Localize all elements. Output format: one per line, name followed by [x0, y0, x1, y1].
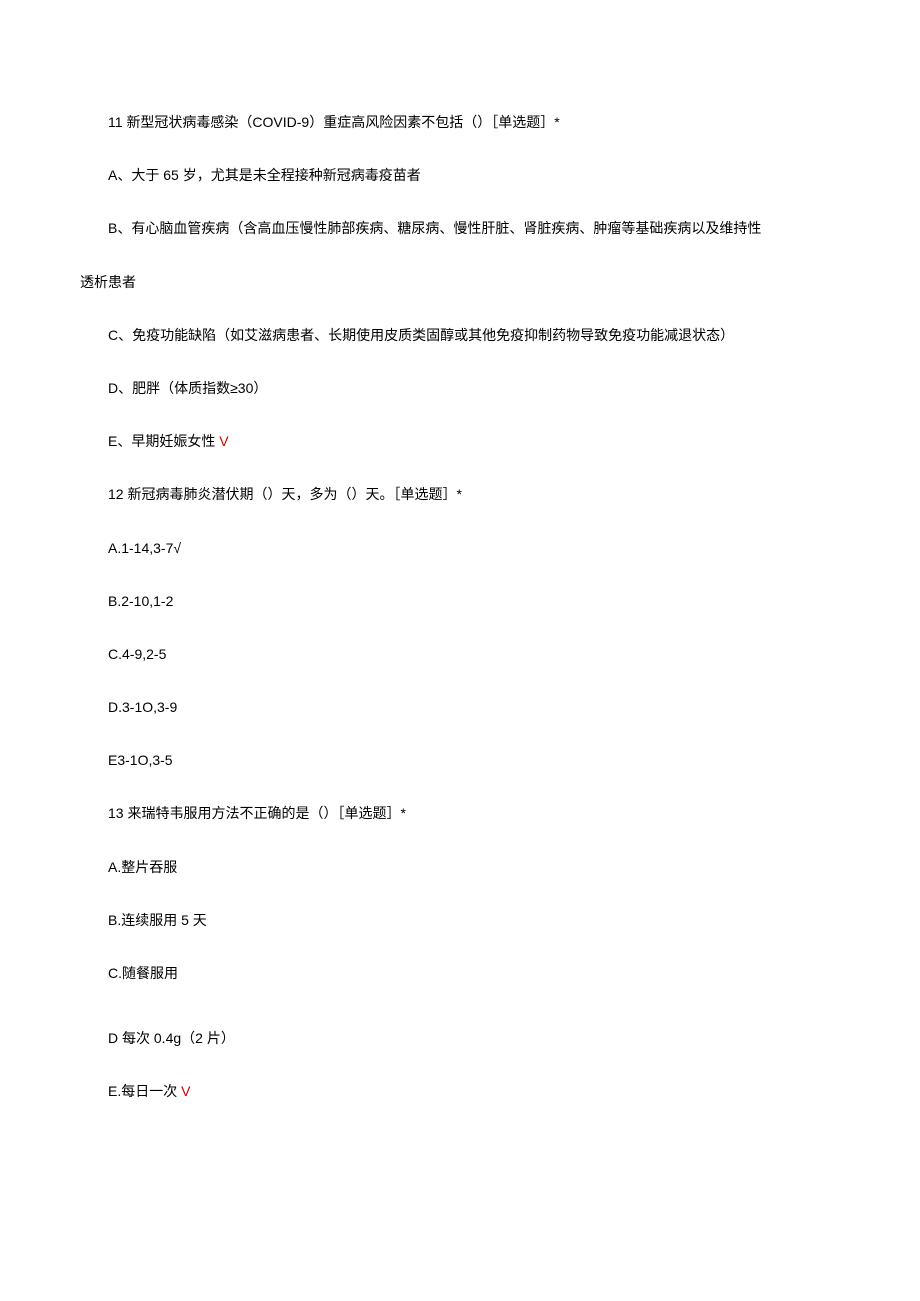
question-stem: 12 新冠病毒肺炎潜伏期（）天，多为（）天。［单选题］* — [80, 482, 840, 507]
option-text: 整片吞服 — [121, 859, 177, 875]
option-d: D、肥胖（体质指数≥30） — [80, 376, 840, 401]
option-text: 每日一次 — [121, 1083, 177, 1099]
correct-mark-icon: √ — [173, 540, 181, 556]
option-label: E、 — [108, 433, 131, 449]
question-13: 13 来瑞特韦服用方法不正确的是（）［单选题］* A.整片吞服 B.连续服用 5… — [80, 801, 840, 1104]
option-c: C.随餐服用 — [80, 961, 840, 986]
option-label: B. — [108, 912, 121, 928]
option-text: 连续服用 5 天 — [121, 912, 207, 928]
option-c: C、免疫功能缺陷（如艾滋病患者、长期使用皮质类固醇或其他免疫抑制药物导致免疫功能… — [80, 323, 840, 348]
option-b: B、有心脑血管疾病（含高血压慢性肺部疾病、糖尿病、慢性肝脏、肾脏疾病、肿瘤等基础… — [80, 216, 840, 241]
question-number: 12 — [108, 486, 124, 502]
question-stem: 13 来瑞特韦服用方法不正确的是（）［单选题］* — [80, 801, 840, 826]
option-text: 早期妊娠女性 — [131, 433, 215, 449]
option-label: D. — [108, 699, 122, 715]
question-text: 来瑞特韦服用方法不正确的是（）［单选题］* — [127, 805, 405, 821]
option-text: 大于 65 岁，尤其是未全程接种新冠病毒疫苗者 — [131, 167, 420, 183]
option-text: 随餐服用 — [122, 965, 178, 981]
option-label: A. — [108, 540, 121, 556]
option-e: E.每日一次 V — [80, 1079, 840, 1104]
option-d: D 每次 0.4g（2 片） — [80, 1026, 840, 1051]
option-label: A、 — [108, 167, 131, 183]
option-label: E. — [108, 1083, 121, 1099]
question-number: 11 — [108, 114, 123, 130]
option-a: A.1-14,3-7√ — [80, 536, 840, 561]
question-text: 新冠病毒肺炎潜伏期（）天，多为（）天。［单选题］* — [127, 486, 461, 502]
question-11: 11 新型冠状病毒感染（COVID-9）重症高风险因素不包括（）［单选题］* A… — [80, 110, 840, 454]
option-e: E、早期妊娠女性 V — [80, 429, 840, 454]
question-number: 13 — [108, 805, 124, 821]
option-label: D、 — [108, 380, 132, 396]
option-b: B.连续服用 5 天 — [80, 908, 840, 933]
option-d: D.3-1O,3-9 — [80, 695, 840, 720]
option-b-continuation: 透析患者 — [80, 270, 840, 295]
option-text: 3-1O,3-9 — [122, 699, 177, 715]
option-label: E — [108, 752, 117, 768]
option-label: C. — [108, 965, 122, 981]
option-text: 有心脑血管疾病（含高血压慢性肺部疾病、糖尿病、慢性肝脏、肾脏疾病、肿瘤等基础疾病… — [131, 220, 761, 236]
question-text: 新型冠状病毒感染（COVID-9）重症高风险因素不包括（）［单选题］* — [126, 114, 559, 130]
option-text: 免疫功能缺陷（如艾滋病患者、长期使用皮质类固醇或其他免疫抑制药物导致免疫功能减退… — [132, 327, 734, 343]
option-label: C. — [108, 646, 122, 662]
option-label: C、 — [108, 327, 132, 343]
option-label: A. — [108, 859, 121, 875]
option-label: B、 — [108, 220, 131, 236]
option-text: 3-1O,3-5 — [117, 752, 172, 768]
option-b: B.2-10,1-2 — [80, 589, 840, 614]
option-label: D — [108, 1030, 122, 1046]
question-12: 12 新冠病毒肺炎潜伏期（）天，多为（）天。［单选题］* A.1-14,3-7√… — [80, 482, 840, 773]
option-text: 4-9,2-5 — [122, 646, 166, 662]
option-c: C.4-9,2-5 — [80, 642, 840, 667]
option-text: 2-10,1-2 — [121, 593, 173, 609]
option-text: 每次 0.4g（2 片） — [122, 1030, 235, 1046]
correct-mark-icon: V — [215, 433, 228, 449]
question-stem: 11 新型冠状病毒感染（COVID-9）重症高风险因素不包括（）［单选题］* — [80, 110, 840, 135]
option-text: 肥胖（体质指数≥30） — [132, 380, 267, 396]
option-a: A.整片吞服 — [80, 855, 840, 880]
option-label: B. — [108, 593, 121, 609]
option-text: 1-14,3-7 — [121, 540, 173, 556]
correct-mark-icon: V — [177, 1083, 190, 1099]
option-a: A、大于 65 岁，尤其是未全程接种新冠病毒疫苗者 — [80, 163, 840, 188]
option-e: E3-1O,3-5 — [80, 748, 840, 773]
